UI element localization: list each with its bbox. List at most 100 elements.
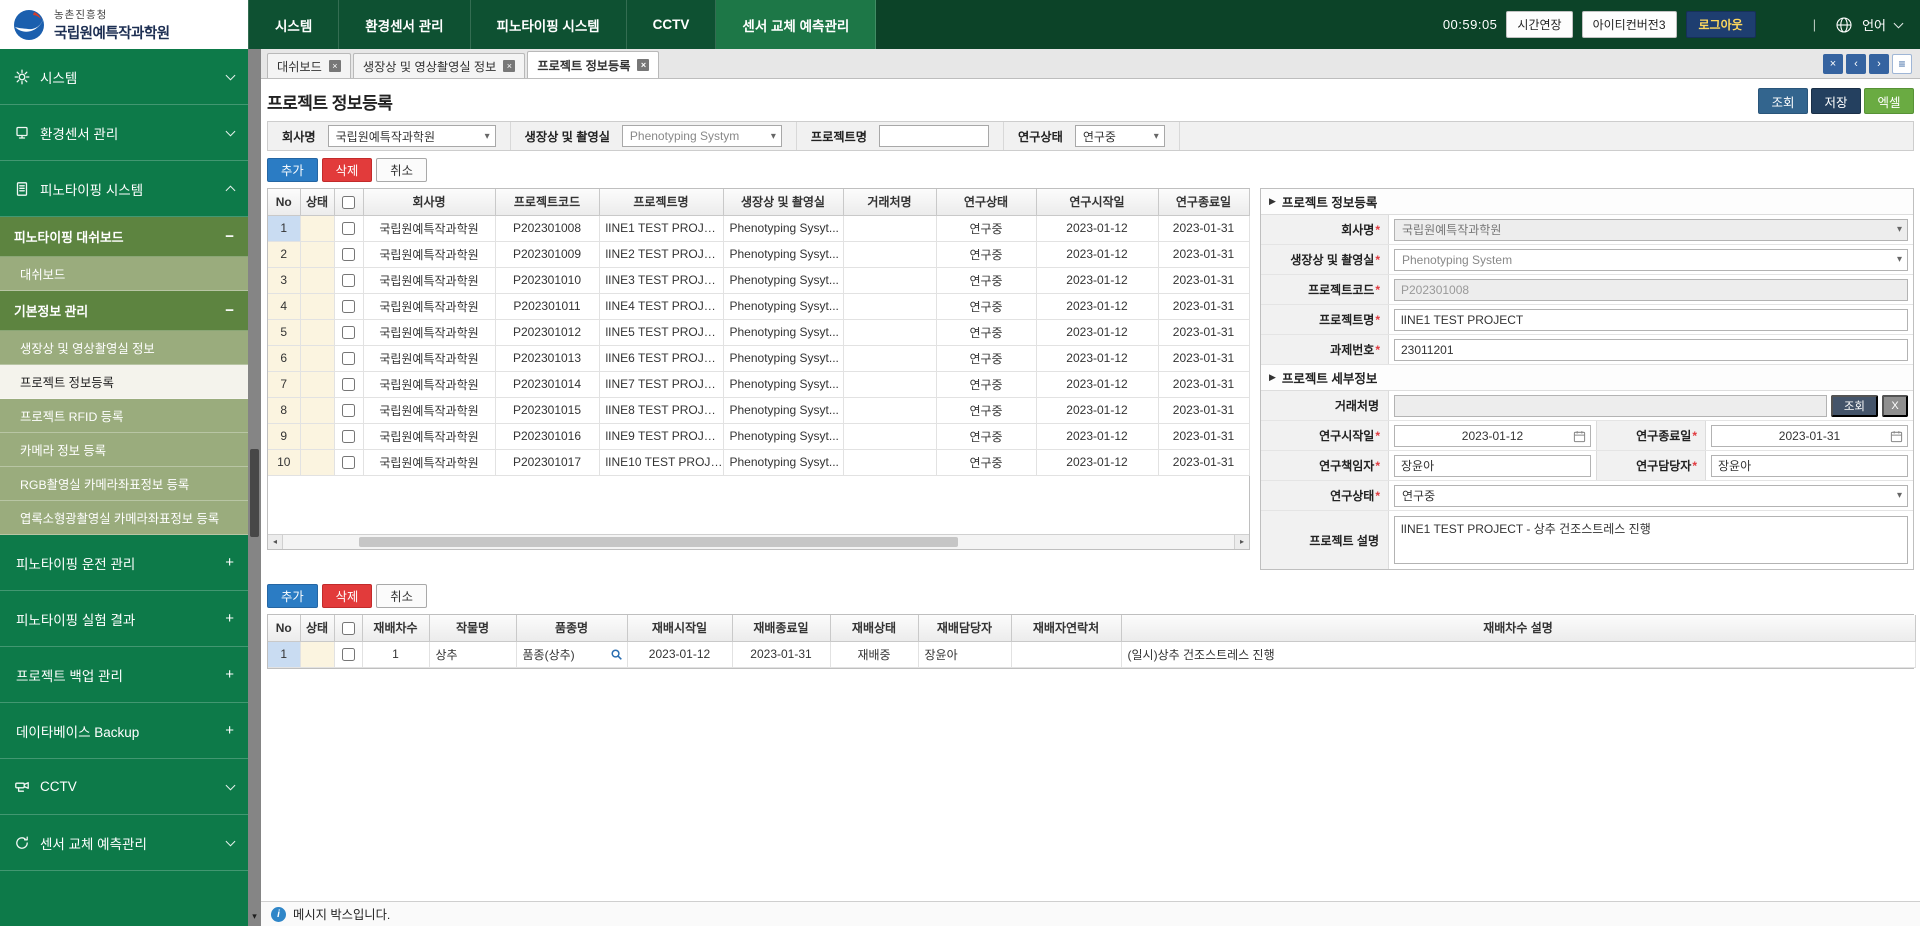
row-checkbox[interactable] bbox=[342, 274, 355, 287]
table-row[interactable]: 3국립원예특작과학원P202301010lINE3 TEST PROJECTPh… bbox=[268, 267, 1249, 293]
row-checkbox-cell[interactable] bbox=[334, 449, 363, 475]
task-number-input[interactable] bbox=[1394, 339, 1908, 361]
select-all-checkbox[interactable] bbox=[342, 196, 355, 209]
chevron-down-icon[interactable] bbox=[1894, 18, 1904, 28]
client-search-button[interactable]: 조회 bbox=[1831, 395, 1878, 417]
tab-close-icon[interactable]: × bbox=[637, 59, 649, 71]
chamber-filter-select[interactable]: Phenotyping Systym ▾ bbox=[622, 125, 782, 147]
column-header[interactable] bbox=[334, 189, 363, 215]
sidebar-scrollbar-thumb[interactable] bbox=[250, 449, 259, 537]
main-cancel-button[interactable]: 취소 bbox=[376, 158, 427, 182]
search-icon[interactable] bbox=[610, 648, 623, 661]
row-checkbox[interactable] bbox=[342, 222, 355, 235]
account-button[interactable]: 아이티컨버전3 bbox=[1582, 11, 1677, 38]
tab[interactable]: 생장상 및 영상촬영실 정보× bbox=[353, 53, 526, 78]
sidebar-item[interactable]: 데이타베이스 Backup+ bbox=[0, 703, 248, 759]
close-all-tabs-button[interactable]: × bbox=[1823, 54, 1843, 74]
company-select[interactable]: 국립원예특작과학원▾ bbox=[1394, 219, 1908, 241]
row-checkbox-cell[interactable] bbox=[334, 371, 363, 397]
table-row[interactable]: 9국립원예특작과학원P202301016lINE9 TEST PROJECTPh… bbox=[268, 423, 1249, 449]
calendar-icon[interactable] bbox=[1890, 430, 1903, 443]
globe-icon[interactable] bbox=[1835, 16, 1853, 34]
nav-item[interactable]: 환경센서 관리 bbox=[339, 0, 470, 49]
row-checkbox-cell[interactable] bbox=[334, 319, 363, 345]
table-row[interactable]: 2국립원예특작과학원P202301009lINE2 TEST PROJECTPh… bbox=[268, 241, 1249, 267]
sidebar-item[interactable]: 시스템 bbox=[0, 49, 248, 105]
column-header[interactable] bbox=[334, 615, 362, 641]
nav-item[interactable]: 시스템 bbox=[248, 0, 339, 49]
row-checkbox-cell[interactable] bbox=[334, 641, 362, 667]
table-row[interactable]: 5국립원예특작과학원P202301012lINE5 TEST PROJECTPh… bbox=[268, 319, 1249, 345]
sidebar-item[interactable]: 카메라 정보 등록 bbox=[0, 433, 248, 467]
start-date-input[interactable]: 2023-01-12 bbox=[1394, 425, 1591, 447]
nav-item[interactable]: 센서 교체 예측관리 bbox=[716, 0, 876, 49]
table-row[interactable]: 7국립원예특작과학원P202301014lINE7 TEST PROJECTPh… bbox=[268, 371, 1249, 397]
row-checkbox[interactable] bbox=[342, 430, 355, 443]
status-select[interactable]: 연구중▾ bbox=[1394, 485, 1908, 507]
row-checkbox[interactable] bbox=[342, 404, 355, 417]
sub-cancel-button[interactable]: 취소 bbox=[376, 584, 427, 608]
row-checkbox[interactable] bbox=[342, 300, 355, 313]
tab[interactable]: 프로젝트 정보등록× bbox=[527, 51, 659, 78]
manager-input[interactable] bbox=[1711, 455, 1908, 477]
row-checkbox[interactable] bbox=[342, 378, 355, 391]
table-row[interactable]: 10국립원예특작과학원P202301017lINE10 TEST PROJE..… bbox=[268, 449, 1249, 475]
tab-list-menu-button[interactable]: ≡ bbox=[1892, 54, 1912, 74]
sidebar-item[interactable]: 센서 교체 예측관리 bbox=[0, 815, 248, 871]
status-filter-select[interactable]: 연구중 ▾ bbox=[1075, 125, 1165, 147]
table-row[interactable]: 8국립원예특작과학원P202301015lINE8 TEST PROJECTPh… bbox=[268, 397, 1249, 423]
sidebar-item[interactable]: CCTV bbox=[0, 759, 248, 815]
sidebar-item[interactable]: 대쉬보드 bbox=[0, 257, 248, 291]
row-checkbox[interactable] bbox=[342, 326, 355, 339]
logout-button[interactable]: 로그아웃 bbox=[1686, 11, 1756, 38]
excel-button[interactable]: 엑셀 bbox=[1864, 88, 1914, 114]
sub-add-button[interactable]: 추가 bbox=[267, 584, 318, 608]
scroll-left-arrow-icon[interactable]: ◂ bbox=[268, 535, 283, 549]
scrollbar-thumb[interactable] bbox=[359, 537, 958, 547]
row-checkbox-cell[interactable] bbox=[334, 241, 363, 267]
project-name-input[interactable] bbox=[1394, 309, 1908, 331]
row-checkbox[interactable] bbox=[342, 248, 355, 261]
search-button[interactable]: 조회 bbox=[1758, 88, 1808, 114]
tab-close-icon[interactable]: × bbox=[503, 60, 515, 72]
end-date-input[interactable]: 2023-01-31 bbox=[1711, 425, 1908, 447]
sidebar-item[interactable]: 피노타이핑 시스템 bbox=[0, 161, 248, 217]
row-checkbox[interactable] bbox=[342, 456, 355, 469]
main-add-button[interactable]: 추가 bbox=[267, 158, 318, 182]
table-row[interactable]: 11상추품종(상추)2023-01-122023-01-31재배중장윤아(일시)… bbox=[268, 641, 1915, 667]
row-checkbox-cell[interactable] bbox=[334, 345, 363, 371]
tab-close-icon[interactable]: × bbox=[329, 60, 341, 72]
table-row[interactable]: 6국립원예특작과학원P202301013lINE6 TEST PROJECTPh… bbox=[268, 345, 1249, 371]
select-all-checkbox[interactable] bbox=[342, 622, 355, 635]
table-row[interactable]: 4국립원예특작과학원P202301011lINE4 TEST PROJECTPh… bbox=[268, 293, 1249, 319]
next-tab-button[interactable]: › bbox=[1869, 54, 1889, 74]
sidebar-item[interactable]: 환경센서 관리 bbox=[0, 105, 248, 161]
client-clear-button[interactable]: X bbox=[1882, 395, 1908, 417]
calendar-icon[interactable] bbox=[1573, 430, 1586, 443]
tab[interactable]: 대쉬보드× bbox=[267, 53, 351, 78]
save-button[interactable]: 저장 bbox=[1811, 88, 1861, 114]
project-name-filter-input[interactable] bbox=[879, 125, 989, 147]
collapse-chevron-icon[interactable]: ▾ bbox=[248, 911, 261, 922]
table-row[interactable]: 1국립원예특작과학원P202301008lINE1 TEST PROJECTPh… bbox=[268, 215, 1249, 241]
sidebar-item[interactable]: 기본정보 관리− bbox=[0, 291, 248, 331]
sidebar-item[interactable]: 프로젝트 백업 관리+ bbox=[0, 647, 248, 703]
chamber-select[interactable]: Phenotyping System▾ bbox=[1394, 249, 1908, 271]
description-textarea[interactable]: lINE1 TEST PROJECT - 상추 건조스트레스 진행 bbox=[1394, 516, 1908, 564]
company-filter-select[interactable]: 국립원예특작과학원 ▾ bbox=[328, 125, 496, 147]
horizontal-scrollbar[interactable]: ◂ ▸ bbox=[268, 534, 1249, 549]
nav-item[interactable]: CCTV bbox=[627, 0, 717, 49]
sidebar-item[interactable]: 피노타이핑 실험 결과+ bbox=[0, 591, 248, 647]
row-checkbox-cell[interactable] bbox=[334, 215, 363, 241]
extend-time-button[interactable]: 시간연장 bbox=[1506, 11, 1572, 38]
sidebar-item[interactable]: 엽록소형광촬영실 카메라좌표정보 등록 bbox=[0, 501, 248, 535]
prev-tab-button[interactable]: ‹ bbox=[1846, 54, 1866, 74]
row-checkbox-cell[interactable] bbox=[334, 423, 363, 449]
lead-researcher-input[interactable] bbox=[1394, 455, 1591, 477]
language-label[interactable]: 언어 bbox=[1862, 15, 1886, 34]
sidebar-item[interactable]: 프로젝트 RFID 등록 bbox=[0, 399, 248, 433]
main-delete-button[interactable]: 삭제 bbox=[322, 158, 373, 182]
sidebar-item[interactable]: RGB촬영실 카메라좌표정보 등록 bbox=[0, 467, 248, 501]
sub-delete-button[interactable]: 삭제 bbox=[322, 584, 373, 608]
row-checkbox-cell[interactable] bbox=[334, 293, 363, 319]
